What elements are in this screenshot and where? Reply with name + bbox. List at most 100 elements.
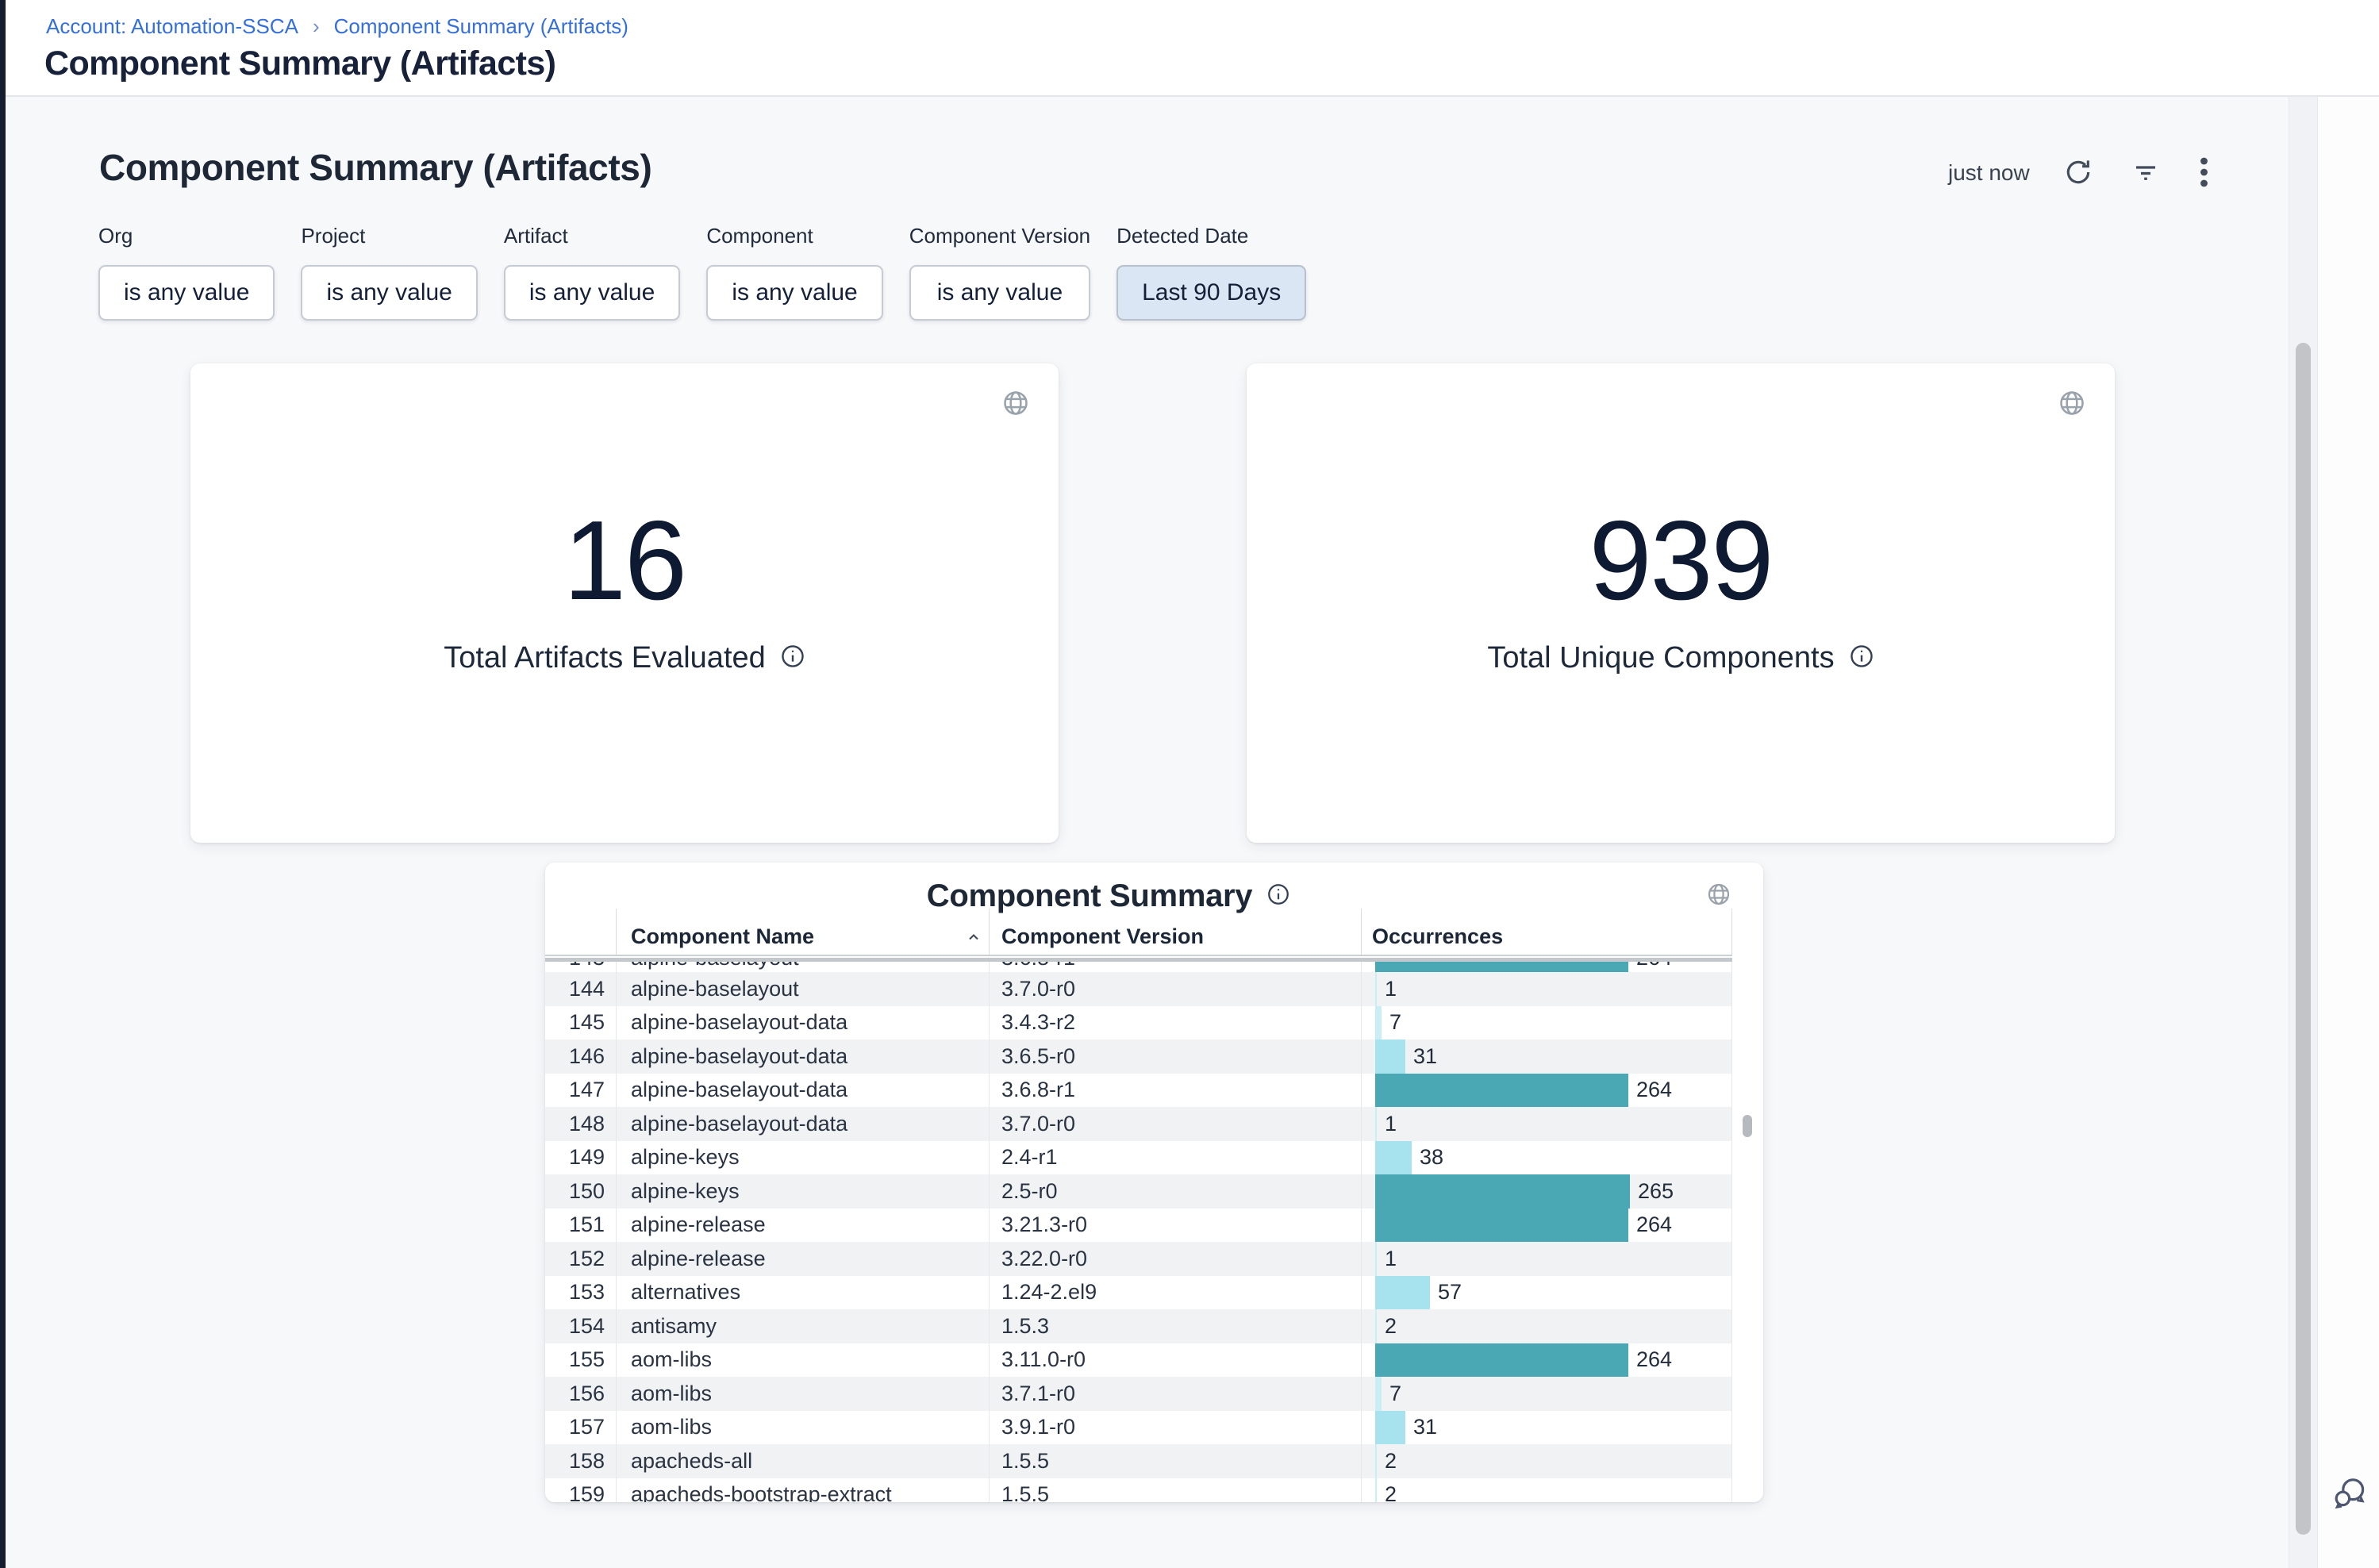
table-row[interactable]: 157aom-libs3.9.1-r031 [545, 1411, 1732, 1445]
occurrence-bar[interactable] [1375, 1141, 1412, 1175]
occurrence-bar[interactable] [1375, 1006, 1382, 1040]
table-row[interactable]: 146alpine-baselayout-data3.6.5-r031 [545, 1040, 1732, 1074]
sort-ascending-icon[interactable] [964, 928, 983, 951]
collapsed-sidebar[interactable] [0, 0, 6, 1568]
occurrence-bar[interactable] [1375, 962, 1628, 972]
filter-label: Component [706, 224, 882, 252]
table-row[interactable]: 147alpine-baselayout-data3.6.8-r1264 [545, 1074, 1732, 1108]
last-refreshed-label: just now [1948, 160, 2030, 186]
table-row[interactable]: 154antisamy1.5.32 [545, 1309, 1732, 1343]
component-version-cell: 3.21.3-r0 [990, 1209, 1362, 1243]
occurrence-bar[interactable] [1375, 1478, 1377, 1503]
component-version-cell: 1.5.5 [990, 1478, 1362, 1503]
table-row[interactable]: 149alpine-keys2.4-r138 [545, 1141, 1732, 1175]
component-version-cell: 2.5-r0 [990, 1174, 1362, 1209]
occurrence-bar[interactable] [1375, 1074, 1628, 1108]
occurrence-value: 31 [1413, 1415, 1437, 1439]
occurrence-bar[interactable] [1375, 1411, 1405, 1445]
chat-bubbles-icon [2330, 1503, 2368, 1515]
breadcrumb-account-link[interactable]: Account: Automation-SSCA [46, 14, 298, 39]
support-chat-button[interactable] [2330, 1474, 2368, 1515]
breadcrumb-page-link[interactable]: Component Summary (Artifacts) [334, 14, 628, 39]
occurrence-value: 264 [1636, 1347, 1672, 1372]
component-summary-table-card: Component Summary Component Name Compone… [545, 863, 1763, 1502]
row-number: 150 [545, 1174, 617, 1209]
occurrence-bar[interactable] [1375, 1444, 1377, 1478]
table-row[interactable]: 145alpine-baselayout-data3.4.3-r27 [545, 1006, 1732, 1040]
component-version-cell: 3.6.8-r1 [990, 962, 1362, 972]
breadcrumb-separator: › [313, 14, 320, 39]
component-name-cell: alpine-release [617, 1242, 990, 1276]
breadcrumb: Account: Automation-SSCA › Component Sum… [46, 14, 628, 39]
info-icon[interactable] [780, 644, 805, 673]
occurrences-cell: 265 [1362, 1174, 1732, 1209]
occurrence-value: 264 [1636, 1078, 1672, 1102]
table-row[interactable]: 159apacheds-bootstrap-extract1.5.52 [545, 1478, 1732, 1503]
occurrence-bar[interactable] [1375, 1309, 1377, 1343]
occurrence-bar[interactable] [1375, 1343, 1628, 1378]
page-scrollbar-thumb[interactable] [2296, 343, 2311, 1535]
occurrence-bar[interactable] [1375, 1242, 1377, 1276]
filter-value-button[interactable]: is any value [98, 265, 275, 321]
occurrence-value: 264 [1636, 1213, 1672, 1237]
component-version-cell: 2.4-r1 [990, 1141, 1362, 1175]
table-row[interactable]: 152alpine-release3.22.0-r01 [545, 1242, 1732, 1276]
component-name-cell: aom-libs [617, 1411, 990, 1445]
globe-icon[interactable] [2058, 389, 2086, 421]
filter-value-button[interactable]: is any value [504, 265, 680, 321]
globe-icon[interactable] [1001, 389, 1030, 421]
dashboard-toolbar: just now [1948, 151, 2213, 195]
occurrence-bar[interactable] [1375, 972, 1377, 1006]
occurrences-cell: 31 [1362, 1411, 1732, 1445]
occurrences-cell: 57 [1362, 1276, 1732, 1310]
filter-value-button[interactable]: Last 90 Days [1116, 265, 1306, 321]
dashboard-filters-button[interactable] [2127, 155, 2165, 192]
table-body: 144alpine-baselayout3.7.0-r01145alpine-b… [545, 972, 1732, 1502]
row-number: 143 [545, 962, 617, 972]
filter-artifact: Artifact is any value [504, 224, 680, 321]
component-version-cell: 1.24-2.el9 [990, 1276, 1362, 1310]
component-name-cell: aom-libs [617, 1377, 990, 1411]
filter-value-button[interactable]: is any value [301, 265, 477, 321]
dashboard-menu-button[interactable] [2195, 152, 2213, 194]
component-version-cell: 3.7.0-r0 [990, 972, 1362, 1006]
occurrences-cell: 264 [1362, 962, 1732, 972]
info-icon[interactable] [1266, 882, 1290, 910]
table-row[interactable]: 156aom-libs3.7.1-r07 [545, 1377, 1732, 1411]
stat-card-unique-components: 939 Total Unique Components [1247, 363, 2115, 843]
filter-label: Project [301, 224, 477, 252]
occurrence-bar[interactable] [1375, 1377, 1382, 1411]
table-row[interactable]: 151alpine-release3.21.3-r0264 [545, 1209, 1732, 1243]
table-row[interactable]: 153alternatives1.24-2.el957 [545, 1276, 1732, 1310]
filter-label: Component Version [909, 224, 1090, 252]
occurrence-value: 57 [1438, 1280, 1462, 1305]
filter-value-button[interactable]: is any value [706, 265, 882, 321]
filter-label: Artifact [504, 224, 680, 252]
globe-icon[interactable] [1706, 882, 1731, 911]
refresh-button[interactable] [2060, 154, 2097, 193]
occurrence-bar[interactable] [1375, 1107, 1377, 1141]
filter-value-button[interactable]: is any value [909, 265, 1090, 321]
column-header-occurrences[interactable]: Occurrences [1372, 924, 1503, 949]
info-icon[interactable] [1849, 644, 1874, 673]
table-row[interactable]: 158apacheds-all1.5.52 [545, 1444, 1732, 1478]
row-number: 159 [545, 1478, 617, 1503]
table-row[interactable]: 155aom-libs3.11.0-r0264 [545, 1343, 1732, 1378]
occurrence-value: 2 [1385, 1482, 1397, 1502]
table-row[interactable]: 144alpine-baselayout3.7.0-r01 [545, 972, 1732, 1006]
table-row[interactable]: 150alpine-keys2.5-r0265 [545, 1174, 1732, 1209]
row-number: 156 [545, 1377, 617, 1411]
occurrence-bar[interactable] [1375, 1276, 1430, 1310]
occurrence-bar[interactable] [1375, 1209, 1628, 1243]
table-scrollbar-thumb[interactable] [1743, 1115, 1752, 1137]
total-artifacts-label: Total Artifacts Evaluated [444, 641, 766, 675]
table-row[interactable]: 143alpine-baselayout3.6.8-r1264 [545, 962, 1732, 972]
occurrence-bar[interactable] [1375, 1040, 1405, 1074]
filter-label: Org [98, 224, 275, 252]
occurrences-cell: 1 [1362, 972, 1732, 1006]
table-row[interactable]: 148alpine-baselayout-data3.7.0-r01 [545, 1107, 1732, 1141]
column-header-component-name[interactable]: Component Name [631, 924, 814, 949]
column-header-component-version[interactable]: Component Version [1001, 924, 1204, 949]
occurrences-cell: 2 [1362, 1444, 1732, 1478]
occurrence-bar[interactable] [1375, 1174, 1630, 1209]
